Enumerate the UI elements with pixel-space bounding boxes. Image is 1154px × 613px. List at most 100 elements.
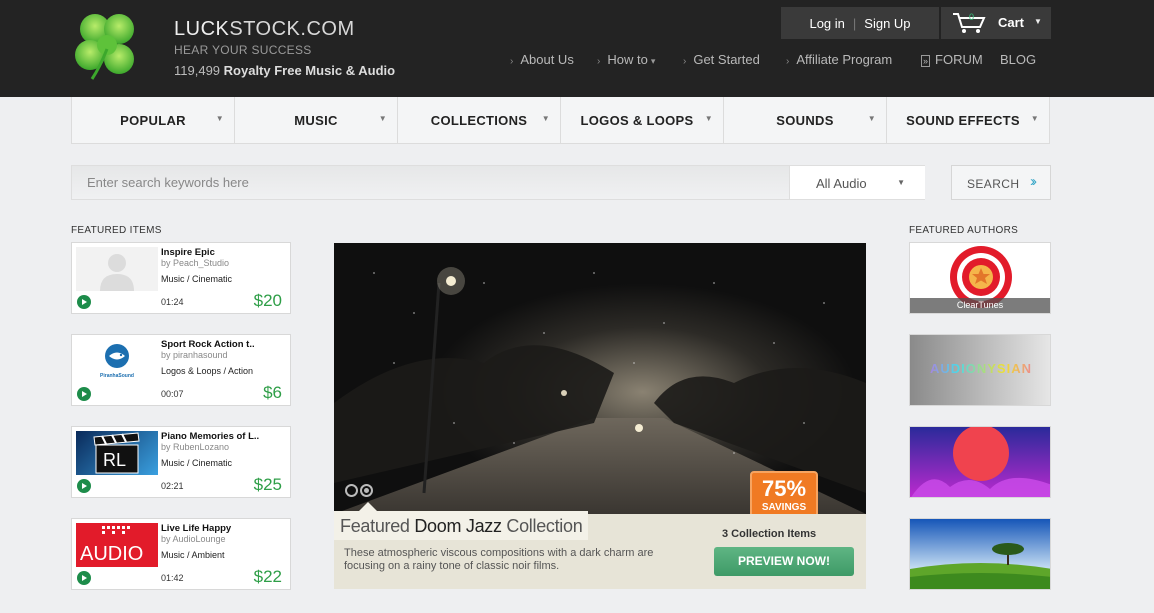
login-link[interactable]: Log in — [809, 16, 844, 31]
featured-author[interactable] — [909, 426, 1051, 498]
user-avatar-icon — [100, 254, 134, 291]
author-name: ClearTunes — [910, 298, 1050, 313]
play-icon[interactable] — [77, 571, 91, 585]
slider-dot-active[interactable] — [360, 484, 373, 497]
featured-author[interactable]: AUDIONYSIAN — [909, 334, 1051, 406]
collection-items-count: 3 Collection Items — [722, 528, 817, 540]
play-icon[interactable] — [77, 479, 91, 493]
featured-items-title: FEATURED ITEMS — [71, 225, 162, 236]
item-thumbnail[interactable]: PiranhaSound — [76, 339, 158, 383]
featured-item[interactable]: PiranhaSound Sport Rock Action t.. by pi… — [71, 334, 291, 406]
slider-pagination — [345, 484, 373, 497]
auth-separator: | — [852, 15, 857, 31]
audio-type-value: All Audio — [816, 176, 867, 191]
cart-button[interactable]: 0 Cart ▼ — [941, 7, 1051, 39]
collection-description: These atmospheric viscous compositions w… — [344, 547, 654, 572]
item-author[interactable]: by piranhasound — [161, 350, 228, 360]
chevron-right-icon: › — [510, 56, 514, 67]
item-price: $20 — [253, 291, 282, 310]
nav-howto[interactable]: › How to ▾ — [597, 52, 655, 67]
item-author[interactable]: by RubenLozano — [161, 442, 229, 452]
item-category[interactable]: Music / Cinematic — [161, 458, 232, 468]
preview-now-button[interactable]: PREVIEW NOW! — [714, 547, 854, 576]
item-category[interactable]: Music / Cinematic — [161, 274, 232, 284]
item-duration: 01:42 — [161, 573, 184, 583]
author-art-image — [910, 519, 1050, 589]
collection-title[interactable]: Featured Doom Jazz Collection — [334, 511, 589, 540]
catalog-count: 119,499 Royalty Free Music & Audio — [174, 63, 396, 78]
item-price: $6 — [263, 383, 282, 402]
site-header: LUCKSTOCK.COM HEAR YOUR SUCCESS 119,499 … — [0, 0, 1154, 97]
item-title[interactable]: Piano Memories of L.. — [161, 431, 259, 442]
item-title[interactable]: Live Life Happy — [161, 523, 231, 534]
search-input[interactable] — [72, 166, 789, 199]
search-bar: All Audio ▼ — [71, 165, 925, 200]
item-author[interactable]: by Peach_Studio — [161, 258, 229, 268]
nav-forum[interactable]: » FORUM — [921, 52, 983, 67]
chevron-down-icon: ▼ — [541, 114, 550, 123]
chevron-down-icon: ▼ — [215, 114, 224, 123]
savings-label: SAVINGS — [761, 502, 807, 513]
auth-box: Log in | Sign Up — [781, 7, 939, 39]
nav-blog[interactable]: BLOG — [1000, 52, 1036, 67]
play-icon[interactable] — [77, 387, 91, 401]
chevron-down-icon: ▼ — [1030, 114, 1039, 123]
item-author[interactable]: by AudioLounge — [161, 534, 226, 544]
brand-name[interactable]: LUCKSTOCK.COM — [174, 18, 355, 41]
nav-about[interactable]: › About Us — [510, 52, 574, 67]
item-price: $25 — [253, 475, 282, 494]
cart-label: Cart — [998, 15, 1025, 30]
category-sounds[interactable]: SOUNDS ▼ — [724, 97, 887, 143]
external-link-icon: » — [921, 55, 931, 67]
item-category[interactable]: Music / Ambient — [161, 550, 225, 560]
cart-count: 0 — [969, 12, 975, 22]
thumb-logo-text: RL — [103, 450, 127, 470]
thumb-logo-text: PiranhaSound — [100, 373, 134, 379]
featured-slider[interactable]: 75% SAVINGS Featured Doom Jazz Collectio… — [334, 243, 866, 589]
featured-item[interactable]: RL Piano Memories of L.. by RubenLozano … — [71, 426, 291, 498]
chevron-right-icon: › — [786, 56, 790, 67]
item-thumbnail[interactable]: AUDIO — [76, 523, 158, 567]
item-duration: 01:24 — [161, 297, 184, 307]
item-duration: 00:07 — [161, 389, 184, 399]
search-button-label: SEARCH — [967, 177, 1020, 191]
author-art-image — [910, 427, 1050, 497]
chevron-down-icon: ▼ — [867, 114, 876, 123]
category-logos-loops[interactable]: LOGOS & LOOPS ▼ — [561, 97, 724, 143]
thumb-logo-text: AUDIO — [80, 543, 144, 565]
chevron-down-icon: ▼ — [1034, 17, 1042, 26]
nav-get-started[interactable]: › Get Started — [683, 52, 760, 67]
signup-link[interactable]: Sign Up — [864, 16, 910, 31]
category-popular[interactable]: POPULAR ▼ — [72, 97, 235, 143]
chevron-down-icon: ▾ — [650, 56, 656, 66]
slider-dot[interactable] — [345, 484, 358, 497]
clover-logo-icon[interactable] — [70, 9, 144, 83]
featured-authors-title: FEATURED AUTHORS — [909, 225, 1019, 236]
item-thumbnail[interactable] — [76, 247, 158, 291]
category-collections[interactable]: COLLECTIONS ▼ — [398, 97, 561, 143]
search-button[interactable]: SEARCH ›› — [951, 165, 1051, 200]
featured-author[interactable]: ClearTunes — [909, 242, 1051, 314]
chevron-down-icon: ▼ — [378, 114, 387, 123]
category-sound-effects[interactable]: SOUND EFFECTS ▼ — [887, 97, 1049, 143]
item-category[interactable]: Logos & Loops / Action — [161, 366, 253, 376]
nav-affiliate[interactable]: › Affiliate Program — [786, 52, 892, 67]
slider-caption: Featured Doom Jazz Collection These atmo… — [334, 511, 866, 589]
item-price: $22 — [253, 567, 282, 586]
brand-tagline: HEAR YOUR SUCCESS — [174, 43, 312, 57]
featured-item[interactable]: AUDIO Live Life Happy by AudioLounge Mus… — [71, 518, 291, 590]
chevron-down-icon: ▼ — [897, 178, 905, 187]
author-logo-text: AUDIONYSIAN — [910, 361, 1050, 376]
item-title[interactable]: Inspire Epic — [161, 247, 215, 258]
category-bar: POPULAR ▼ MUSIC ▼ COLLECTIONS ▼ LOGOS & LOO… — [71, 97, 1050, 144]
item-title[interactable]: Sport Rock Action t.. — [161, 339, 255, 350]
chevron-right-icon: › — [597, 56, 601, 67]
chevron-right-icon: › — [683, 56, 687, 67]
featured-item[interactable]: Inspire Epic by Peach_Studio Music / Cin… — [71, 242, 291, 314]
play-icon[interactable] — [77, 295, 91, 309]
category-music[interactable]: MUSIC ▼ — [235, 97, 398, 143]
chevron-down-icon: ▼ — [704, 114, 713, 123]
audio-type-select[interactable]: All Audio ▼ — [789, 166, 925, 199]
featured-author[interactable] — [909, 518, 1051, 590]
item-thumbnail[interactable]: RL — [76, 431, 158, 475]
